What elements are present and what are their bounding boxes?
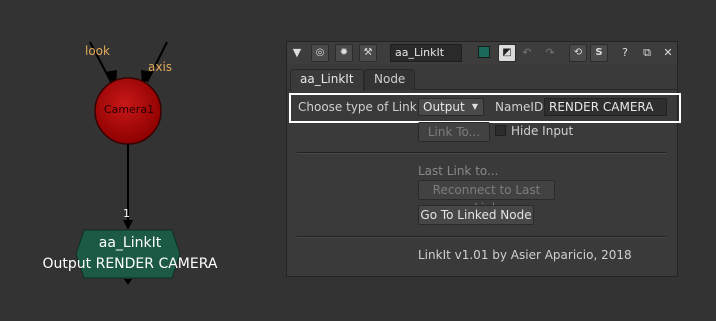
tab-node[interactable]: Node	[364, 69, 416, 90]
hide-input-checkbox[interactable]	[495, 125, 506, 136]
help-icon[interactable]: ?	[617, 44, 633, 62]
camera-node-label: Camera1	[103, 103, 155, 116]
tab-aa-linkit[interactable]: aa_LinkIt	[290, 69, 364, 91]
link-type-dropdown[interactable]: Output ▼	[418, 98, 484, 116]
close-icon[interactable]: ✕	[660, 44, 676, 62]
linkit-output-arrow	[124, 279, 132, 285]
chevron-down-icon: ▼	[471, 102, 478, 111]
link-to-button[interactable]: Link To...	[418, 122, 490, 142]
wrench-icon[interactable]: ⚒	[359, 44, 377, 62]
node-name-field[interactable]: aa_LinkIt	[390, 44, 462, 62]
collapse-triangle-icon[interactable]: ▼	[289, 44, 305, 62]
last-link-label: Last Link to...	[418, 164, 499, 178]
tile-color-swatch[interactable]	[478, 46, 490, 58]
tab-bar: aa_LinkIt Node	[287, 66, 677, 91]
output-arrowhead	[123, 220, 133, 230]
name-id-label: NameID	[495, 100, 544, 114]
link-type-value: Output	[423, 100, 465, 114]
centre-node-icon[interactable]: ✹	[335, 44, 353, 62]
revert-icon[interactable]: ⟲	[569, 44, 587, 62]
footer-credit: LinkIt v1.01 by Asier Aparicio, 2018	[418, 248, 632, 262]
link-type-label: Choose type of Link	[298, 100, 417, 114]
look-input-label: look	[85, 44, 110, 58]
panel-toolbar: ▼ ◎ ✹ ⚒ aa_LinkIt ◩ ↶ ↷ ⟲ S ? ⧉ ✕	[287, 42, 677, 64]
set-default-icon[interactable]: S	[590, 44, 608, 62]
reconnect-button[interactable]: Reconnect to Last Link	[418, 180, 555, 215]
divider	[297, 236, 666, 238]
axis-input-label: axis	[148, 60, 173, 74]
undo-icon[interactable]: ↶	[519, 44, 535, 62]
view-node-icon[interactable]: ◎	[311, 44, 329, 62]
divider	[297, 152, 666, 154]
linkit-node-subtitle: Output RENDER CAMERA	[42, 256, 218, 272]
go-to-linked-node-button[interactable]: Go To Linked Node	[418, 205, 534, 225]
redo-icon[interactable]: ↷	[542, 44, 558, 62]
float-panel-icon[interactable]: ⧉	[639, 44, 655, 62]
name-id-field[interactable]: RENDER CAMERA	[544, 98, 667, 116]
font-color-icon[interactable]: ◩	[498, 44, 516, 62]
properties-panel: ▼ ◎ ✹ ⚒ aa_LinkIt ◩ ↶ ↷ ⟲ S ? ⧉ ✕ aa_Lin…	[286, 41, 681, 277]
linkit-node-title: aa_LinkIt	[98, 235, 162, 251]
pipe-input-number: 1	[123, 207, 130, 220]
hide-input-label: Hide Input	[511, 124, 574, 138]
